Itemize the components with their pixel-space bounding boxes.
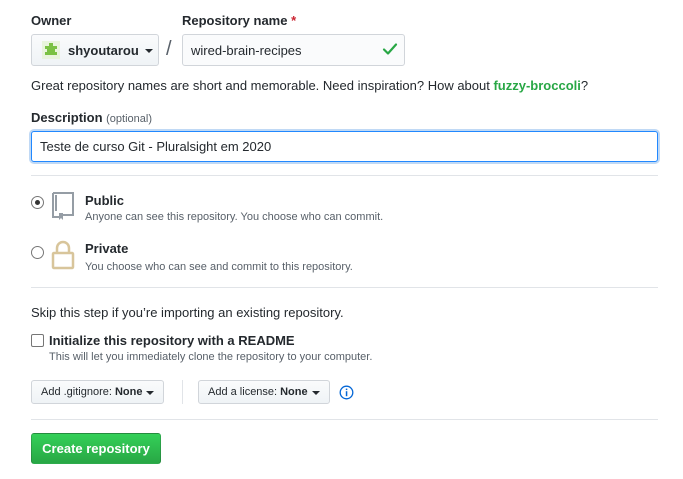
chevron-down-icon <box>146 391 155 395</box>
description-label-text: Description <box>31 110 103 125</box>
readme-checkbox[interactable] <box>31 334 44 347</box>
owner-repo-separator: / <box>166 38 172 60</box>
suggested-name-link[interactable]: fuzzy-broccoli <box>493 78 580 93</box>
public-description: Anyone can see this repository. You choo… <box>85 211 384 223</box>
skip-step-text: Skip this step if you’re importing an ex… <box>31 305 344 320</box>
license-value: None <box>280 386 308 398</box>
repository-name-hint: Great repository names are short and mem… <box>31 78 588 93</box>
private-radio[interactable] <box>31 246 44 259</box>
repo-icon <box>52 192 74 220</box>
description-label: Description (optional) <box>31 110 152 125</box>
repository-name-input[interactable] <box>182 34 405 66</box>
info-icon[interactable] <box>339 385 354 400</box>
repository-name-label: Repository name * <box>182 13 296 28</box>
vertical-divider <box>182 380 183 404</box>
gitignore-value: None <box>114 386 143 398</box>
lock-icon <box>51 240 75 270</box>
owner-avatar-icon <box>42 41 60 59</box>
owner-label: Owner <box>31 13 72 28</box>
check-icon <box>382 43 398 55</box>
owner-dropdown[interactable]: shyoutarou <box>31 34 159 66</box>
owner-username: shyoutarou <box>68 42 139 58</box>
public-radio[interactable] <box>31 196 44 209</box>
divider <box>31 287 658 288</box>
repository-name-label-text: Repository name <box>182 13 288 28</box>
create-repository-button[interactable]: Create repository <box>31 433 161 464</box>
public-title: Public <box>85 193 125 208</box>
readme-label[interactable]: Initialize this repository with a README <box>49 333 295 348</box>
readme-description: This will let you immediately clone the … <box>49 351 373 363</box>
chevron-down-icon <box>144 49 153 53</box>
hint-end: ? <box>580 78 589 93</box>
description-input[interactable] <box>31 131 658 162</box>
license-prefix: Add a license: <box>208 386 278 398</box>
gitignore-prefix: Add .gitignore: <box>41 386 112 398</box>
private-description: You choose who can see and commit to thi… <box>85 261 353 273</box>
optional-note: (optional) <box>106 113 152 125</box>
divider <box>31 175 658 176</box>
private-title: Private <box>85 241 129 256</box>
hint-text: Great repository names are short and mem… <box>31 78 494 93</box>
divider <box>31 419 658 420</box>
required-mark: * <box>291 13 297 28</box>
gitignore-dropdown[interactable]: Add .gitignore: None <box>31 380 165 404</box>
license-dropdown[interactable]: Add a license: None <box>198 380 330 404</box>
chevron-down-icon <box>311 391 320 395</box>
